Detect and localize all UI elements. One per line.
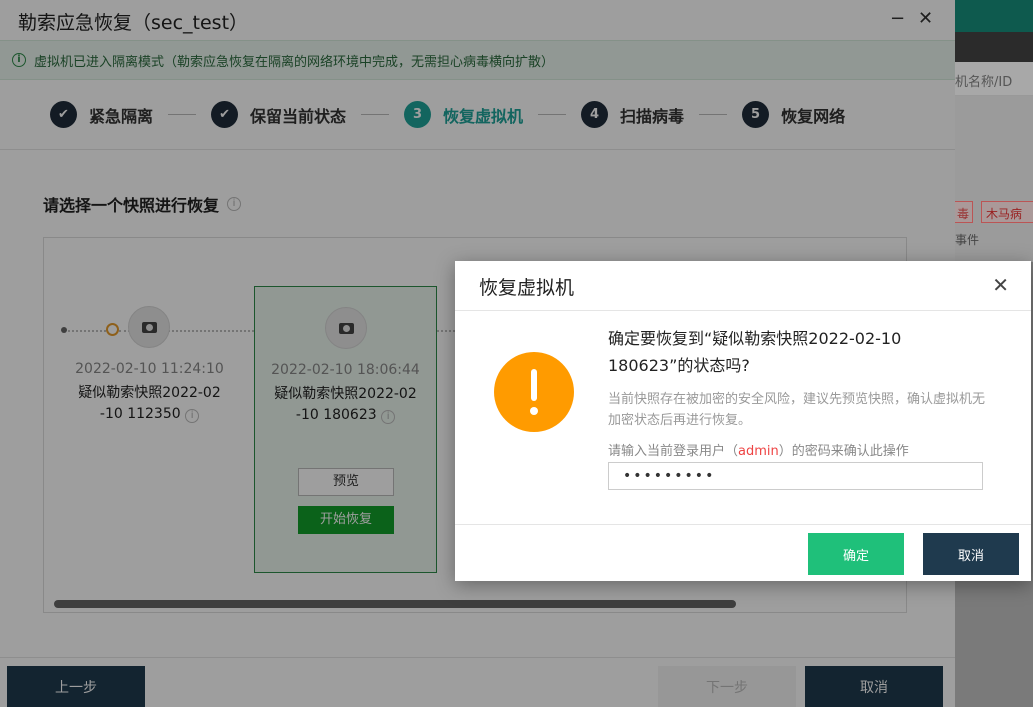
- password-label: 请输入当前登录用户（admin）的密码来确认此操作: [608, 444, 909, 459]
- modal-footer: 确定 取消: [455, 524, 1031, 581]
- background-toolbar: [955, 32, 1033, 62]
- confirm-question: 确定要恢复到“疑似勒索快照2022-02-10 180623”的状态吗?: [608, 329, 902, 375]
- modal-cancel-button[interactable]: 取消: [923, 533, 1019, 575]
- restore-vm-modal: 恢复虚拟机 ✕ 确定要恢复到“疑似勒索快照2022-02-10 180623”的…: [455, 261, 1031, 581]
- close-icon[interactable]: ✕: [992, 273, 1009, 297]
- warning-icon: [494, 352, 574, 432]
- username: admin: [738, 444, 779, 459]
- background-search-input: 机名称/ID: [955, 62, 1033, 96]
- modal-header: 恢复虚拟机 ✕: [455, 261, 1031, 311]
- risk-description: 当前快照存在被加密的安全风险，建议先预览快照，确认虚拟机无加密状态后再进行恢复。: [608, 392, 986, 428]
- password-input[interactable]: [608, 462, 983, 490]
- background-tag: 木马病: [981, 201, 1033, 223]
- background-header: [955, 0, 1033, 32]
- modal-title: 恢复虚拟机: [479, 277, 575, 299]
- confirm-button[interactable]: 确定: [808, 533, 904, 575]
- background-tag: 毒: [955, 201, 973, 223]
- background-event-label: 事件: [955, 233, 980, 247]
